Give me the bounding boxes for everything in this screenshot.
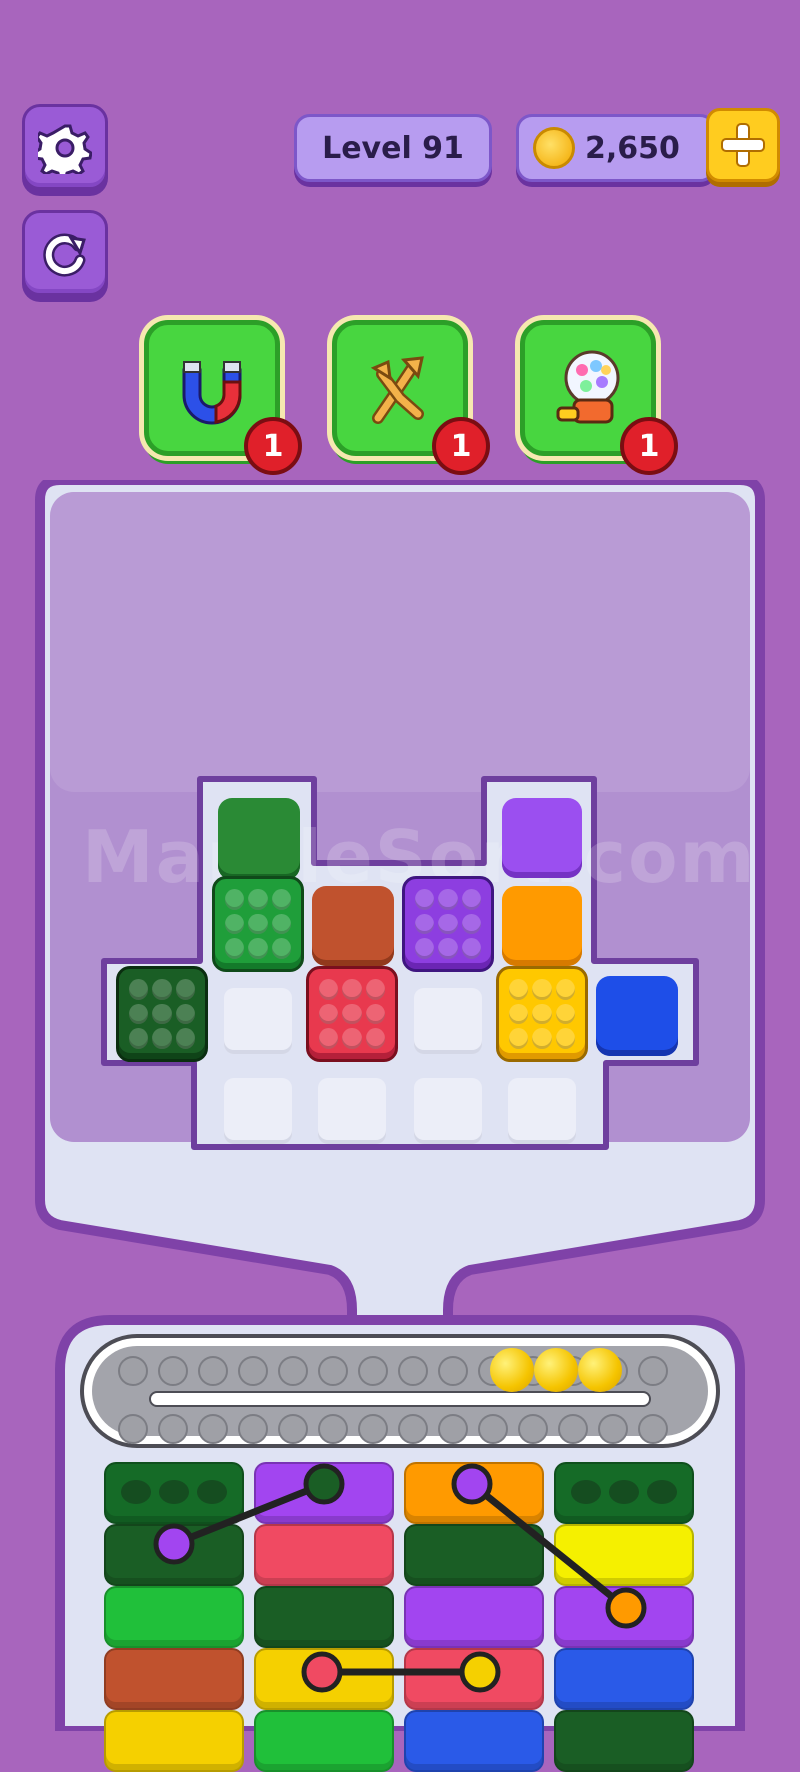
block-orange[interactable] bbox=[502, 886, 582, 966]
shuffle-count: 1 bbox=[450, 428, 472, 464]
block-yellow-marbles[interactable] bbox=[496, 966, 588, 1062]
magnet-icon bbox=[182, 361, 242, 425]
block-purple-marbles[interactable] bbox=[402, 876, 494, 972]
gumball-count: 1 bbox=[638, 428, 660, 464]
magnet-count: 1 bbox=[262, 428, 284, 464]
rope-pin bbox=[451, 1463, 493, 1505]
block-darkgreen-marbles[interactable] bbox=[116, 966, 208, 1062]
rope-pin bbox=[153, 1523, 195, 1565]
add-coins-button[interactable] bbox=[706, 108, 780, 182]
empty-slot[interactable] bbox=[318, 1078, 386, 1144]
conveyor-balls bbox=[490, 1348, 622, 1392]
block-violet[interactable] bbox=[502, 798, 582, 878]
shuffle-count-badge: 1 bbox=[432, 417, 490, 475]
ropes-overlay bbox=[153, 1463, 647, 1693]
yellow-marble bbox=[534, 1348, 578, 1392]
settings-button[interactable] bbox=[22, 104, 108, 190]
gumball-count-badge: 1 bbox=[620, 417, 678, 475]
gear-icon bbox=[38, 124, 92, 174]
block-green-top[interactable] bbox=[218, 798, 300, 880]
block-brown[interactable] bbox=[312, 886, 394, 966]
block-blue[interactable] bbox=[596, 976, 678, 1056]
empty-slot[interactable] bbox=[508, 1078, 576, 1144]
rope-pin bbox=[605, 1587, 647, 1629]
rope-pin bbox=[459, 1651, 501, 1693]
empty-slot[interactable] bbox=[414, 988, 482, 1054]
restart-button[interactable] bbox=[22, 210, 108, 296]
yellow-marble bbox=[490, 1348, 534, 1392]
empty-slot[interactable] bbox=[224, 988, 292, 1054]
empty-slot[interactable] bbox=[414, 1078, 482, 1144]
shuffle-arrows-icon bbox=[370, 356, 424, 424]
gumball-machine-icon bbox=[556, 350, 620, 424]
rope-pin bbox=[303, 1463, 345, 1505]
level-label: Level 91 bbox=[322, 130, 464, 166]
block-green-marbles[interactable] bbox=[212, 876, 304, 972]
restart-icon bbox=[43, 233, 86, 277]
magnet-count-badge: 1 bbox=[244, 417, 302, 475]
rope-pin bbox=[301, 1651, 343, 1693]
coin-counter: 2,650 bbox=[516, 114, 716, 182]
empty-slot[interactable] bbox=[224, 1078, 292, 1144]
coin-icon bbox=[533, 127, 575, 169]
block-red-marbles[interactable] bbox=[306, 966, 398, 1062]
level-indicator: Level 91 bbox=[294, 114, 492, 182]
yellow-marble bbox=[578, 1348, 622, 1392]
coin-amount: 2,650 bbox=[585, 130, 680, 166]
plus-icon bbox=[721, 123, 765, 167]
